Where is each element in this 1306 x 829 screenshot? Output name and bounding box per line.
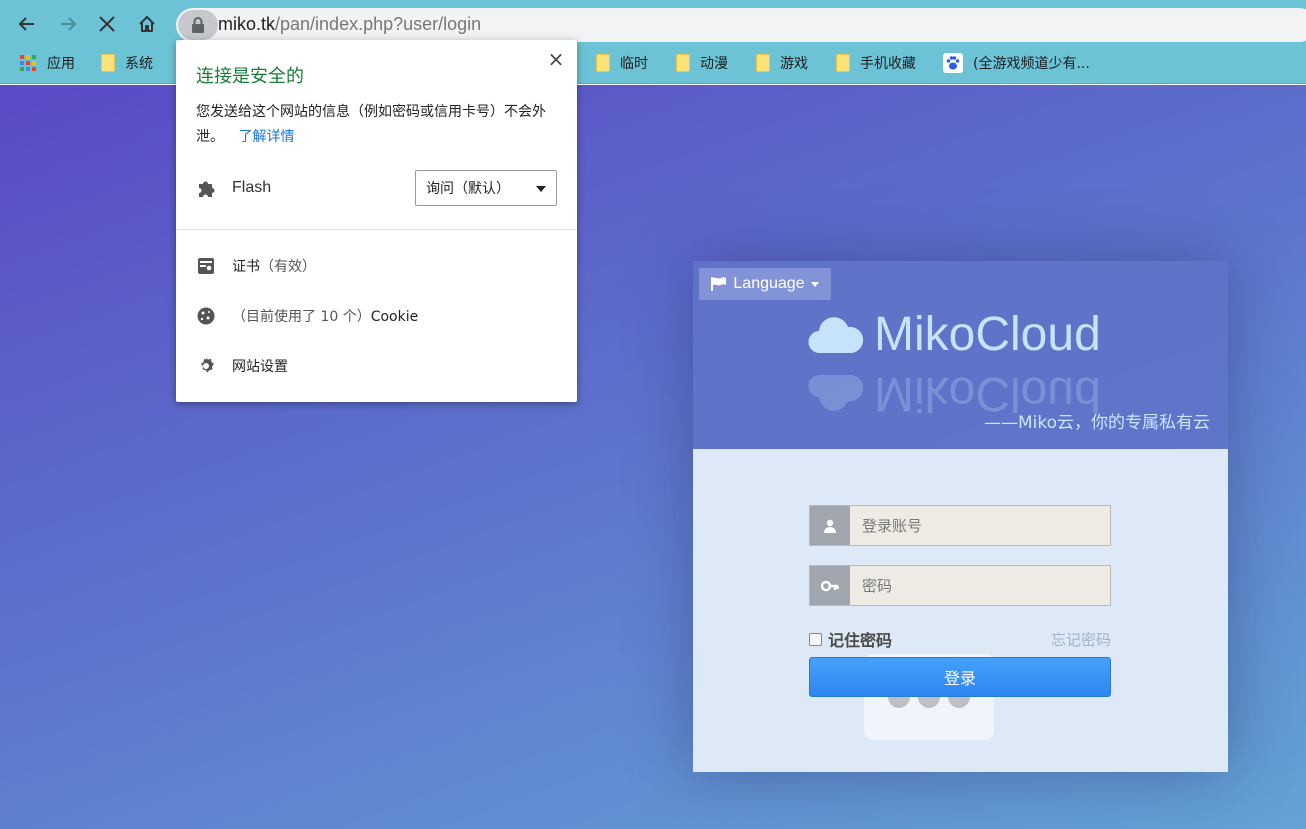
cookie-row[interactable]: （目前使用了 10 个）Cookie xyxy=(196,301,418,331)
bookmark-folder-mobile[interactable]: 手机收藏 xyxy=(836,52,916,74)
gear-icon xyxy=(201,357,214,373)
folder-icon xyxy=(596,54,610,72)
address-bar[interactable]: miko.tk/pan/index.php?user/login xyxy=(176,8,1306,42)
folder-icon xyxy=(101,54,115,72)
bookmark-label: 临时 xyxy=(620,56,648,72)
bookmark-label: 应用 xyxy=(47,56,75,72)
learn-more-link[interactable]: 了解详情 xyxy=(238,129,294,145)
site-settings-row[interactable]: 网站设置 xyxy=(196,351,288,381)
popup-description: 您发送给这个网站的信息（例如密码或信用卡号）不会外泄。 了解详情 xyxy=(196,100,566,150)
home-icon xyxy=(139,16,155,32)
remember-password[interactable]: 记住密码 xyxy=(809,627,892,651)
back-button[interactable] xyxy=(13,10,41,38)
dropdown-arrow-icon xyxy=(536,186,546,192)
bookmark-label: 手机收藏 xyxy=(860,56,916,72)
password-input[interactable] xyxy=(850,566,1110,605)
browser-toolbar: miko.tk/pan/index.php?user/login xyxy=(0,0,1306,42)
cookie-icon xyxy=(197,307,215,325)
remember-label: 记住密码 xyxy=(828,631,893,650)
baidu-paw-icon xyxy=(943,53,963,73)
username-field xyxy=(809,505,1111,546)
folder-icon xyxy=(756,54,770,72)
bookmark-baidu[interactable]: (全游戏频道少有... xyxy=(943,52,1090,74)
site-settings-label: 网站设置 xyxy=(232,359,288,375)
brand-logo: MikoCloud xyxy=(808,307,1101,363)
folder-icon xyxy=(676,54,690,72)
bookmark-label: 动漫 xyxy=(700,56,728,72)
back-arrow-icon xyxy=(18,17,34,31)
certificate-row[interactable]: 证书（有效） xyxy=(196,251,316,281)
url-text[interactable]: miko.tk/pan/index.php?user/login xyxy=(218,14,481,35)
stop-loading-button[interactable] xyxy=(93,10,121,38)
close-x-icon xyxy=(99,16,115,32)
language-dropdown[interactable]: Language xyxy=(699,268,831,300)
certificate-label: 证书 xyxy=(232,259,260,275)
password-field xyxy=(809,565,1111,606)
bookmark-label: 系统 xyxy=(125,56,153,72)
login-button[interactable]: 登录 xyxy=(809,657,1111,697)
popup-title: 连接是安全的 xyxy=(196,66,304,87)
cookie-count: （目前使用了 10 个） xyxy=(232,309,371,325)
login-form: 记住密码 忘记密码 登录 xyxy=(693,449,1228,772)
home-button[interactable] xyxy=(133,10,161,38)
username-input[interactable] xyxy=(850,506,1110,545)
login-card: Language MikoCloud MikoCloud ——Miko云，你的专… xyxy=(693,261,1228,772)
cloud-icon xyxy=(808,374,864,411)
user-icon xyxy=(810,506,850,545)
lock-icon xyxy=(192,17,204,33)
cookie-label: Cookie xyxy=(370,309,419,325)
bookmark-folder-anime[interactable]: 动漫 xyxy=(676,52,728,74)
flag-icon xyxy=(711,277,727,291)
site-info-popup: × 连接是安全的 您发送给这个网站的信息（例如密码或信用卡号）不会外泄。 了解详… xyxy=(176,40,577,402)
flash-label: Flash xyxy=(232,179,272,196)
bookmark-label: (全游戏频道少有... xyxy=(973,56,1090,72)
bookmark-folder-system[interactable]: 系统 xyxy=(101,52,153,74)
bookmark-apps[interactable]: 应用 xyxy=(19,52,75,74)
certificate-icon xyxy=(198,258,214,274)
forward-arrow-icon xyxy=(61,17,77,31)
bookmark-folder-games[interactable]: 游戏 xyxy=(756,52,808,74)
url-path: /pan/index.php?user/login xyxy=(275,14,482,34)
flash-permission-row: Flash 询问（默认） xyxy=(196,170,557,206)
language-label: Language xyxy=(733,275,805,292)
flash-select-value: 询问（默认） xyxy=(426,181,510,197)
forgot-password-link[interactable]: 忘记密码 xyxy=(1051,629,1111,650)
cloud-icon xyxy=(808,317,864,354)
certificate-status: （有效） xyxy=(260,259,316,275)
remember-checkbox[interactable] xyxy=(809,632,822,646)
bookmark-folder-temp[interactable]: 临时 xyxy=(596,52,648,74)
key-icon xyxy=(810,566,850,605)
close-popup-button[interactable]: × xyxy=(545,47,567,71)
folder-icon xyxy=(836,54,850,72)
flash-permission-select[interactable]: 询问（默认） xyxy=(415,170,557,206)
puzzle-piece-icon xyxy=(199,181,215,197)
bookmark-label: 游戏 xyxy=(780,56,808,72)
brand-name: MikoCloud xyxy=(874,308,1101,361)
caret-down-icon xyxy=(810,281,819,287)
site-info-button[interactable] xyxy=(178,10,218,40)
forward-button[interactable] xyxy=(54,10,82,38)
url-host: miko.tk xyxy=(218,14,276,34)
popup-divider xyxy=(176,229,577,230)
login-card-header: Language MikoCloud MikoCloud ——Miko云，你的专… xyxy=(693,261,1228,449)
apps-grid-icon xyxy=(19,54,37,72)
slogan: ——Miko云，你的专属私有云 xyxy=(983,413,1210,433)
